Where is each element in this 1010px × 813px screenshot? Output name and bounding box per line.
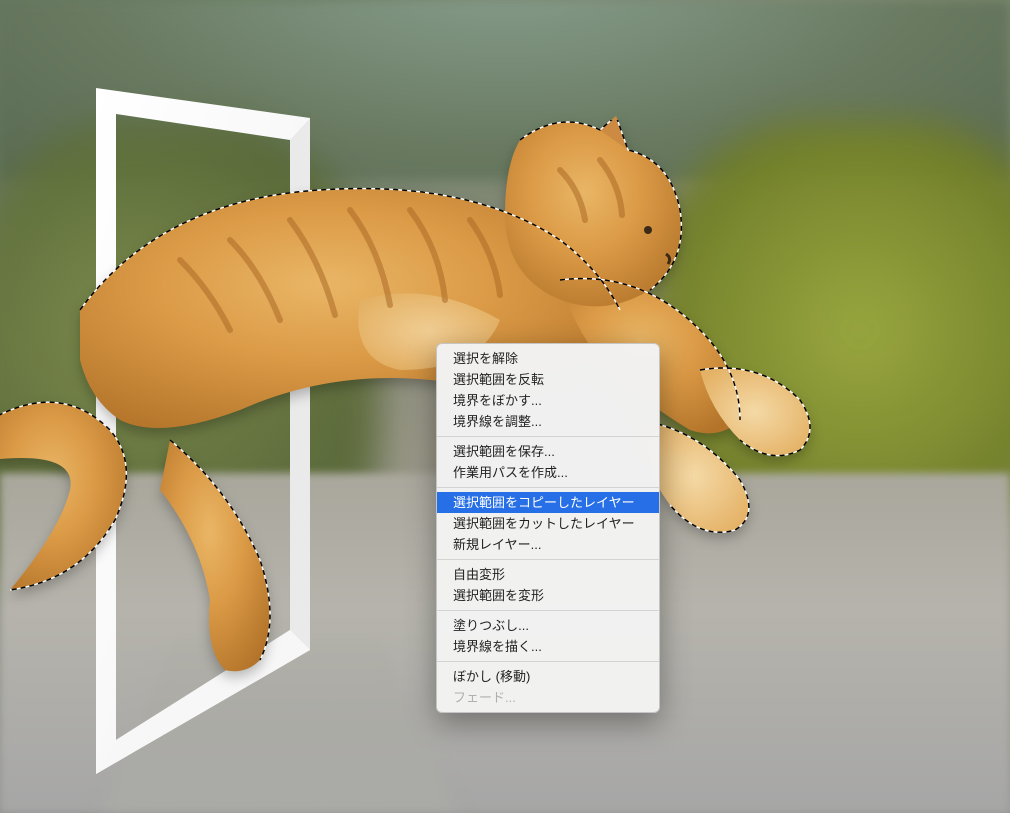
menu-item[interactable]: 境界線を調整...	[437, 411, 659, 432]
menu-separator	[437, 661, 659, 662]
menu-item[interactable]: 選択範囲を反転	[437, 369, 659, 390]
menu-separator	[437, 487, 659, 488]
menu-item[interactable]: 選択を解除	[437, 348, 659, 369]
menu-item[interactable]: 作業用パスを作成...	[437, 462, 659, 483]
menu-item[interactable]: ぼかし (移動)	[437, 666, 659, 687]
menu-separator	[437, 559, 659, 560]
context-menu[interactable]: 選択を解除選択範囲を反転境界をぼかす...境界線を調整... 選択範囲を保存...…	[436, 343, 660, 713]
menu-separator	[437, 610, 659, 611]
menu-item[interactable]: 塗りつぶし...	[437, 615, 659, 636]
menu-separator	[437, 436, 659, 437]
menu-item[interactable]: 選択範囲を保存...	[437, 441, 659, 462]
menu-item[interactable]: 新規レイヤー...	[437, 534, 659, 555]
menu-item: フェード...	[437, 687, 659, 708]
menu-item[interactable]: 選択範囲をコピーしたレイヤー	[437, 492, 659, 513]
menu-item[interactable]: 自由変形	[437, 564, 659, 585]
menu-item[interactable]: 境界線を描く...	[437, 636, 659, 657]
menu-item[interactable]: 境界をぼかす...	[437, 390, 659, 411]
editor-canvas[interactable]: 選択を解除選択範囲を反転境界をぼかす...境界線を調整... 選択範囲を保存...…	[0, 0, 1010, 813]
menu-item[interactable]: 選択範囲をカットしたレイヤー	[437, 513, 659, 534]
menu-item[interactable]: 選択範囲を変形	[437, 585, 659, 606]
